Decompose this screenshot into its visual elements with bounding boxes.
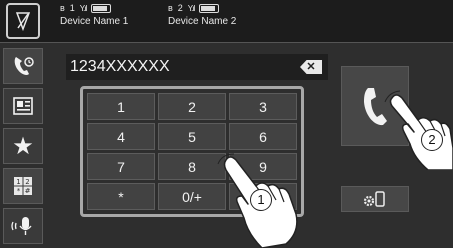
bluetooth-icon: ʙ <box>168 3 173 13</box>
device-2-index: 2 <box>177 3 183 13</box>
back-button[interactable] <box>6 3 40 39</box>
device-1-index: 1 <box>69 3 75 13</box>
phonebook-icon <box>13 97 33 115</box>
bluetooth-icon: ʙ <box>60 3 65 13</box>
phone-settings-icon <box>363 191 385 207</box>
sidebar-item-call-history[interactable] <box>3 48 43 84</box>
status-bar: ʙ 1 Y.ıl Device Name 1 ʙ 2 Y.ıl Device N… <box>0 0 453 43</box>
key-1[interactable]: 1 <box>87 93 155 120</box>
sidebar-item-favorites[interactable]: ★ <box>3 128 43 164</box>
voice-mic-icon <box>11 217 32 235</box>
device-2-status: ʙ 2 Y.ıl Device Name 2 <box>168 2 236 28</box>
dial-number: 1234XXXXXX <box>70 58 170 75</box>
phone-settings-button[interactable] <box>341 186 409 212</box>
hand-pointer-illustration <box>384 90 453 170</box>
svg-text:#: # <box>25 187 31 195</box>
svg-text:2: 2 <box>25 178 29 186</box>
backspace-icon: ✕ <box>306 61 316 73</box>
key-2[interactable]: 2 <box>158 93 226 120</box>
key-3[interactable]: 3 <box>229 93 297 120</box>
sidebar-item-keypad[interactable]: 1 2 * # <box>3 168 43 204</box>
device-2-name: Device Name 2 <box>168 16 237 27</box>
key-star[interactable]: * <box>87 183 155 210</box>
key-4[interactable]: 4 <box>87 123 155 150</box>
svg-text:*: * <box>17 187 21 195</box>
keypad-icon: 1 2 * # <box>14 177 32 195</box>
phone-history-icon <box>14 57 34 75</box>
callout-2: 2 <box>421 129 443 151</box>
dial-number-field[interactable]: 1234XXXXXX ✕ <box>66 54 328 80</box>
key-5[interactable]: 5 <box>158 123 226 150</box>
key-6[interactable]: 6 <box>229 123 297 150</box>
device-1-status: ʙ 1 Y.ıl Device Name 1 <box>60 2 128 28</box>
star-icon: ★ <box>12 132 34 160</box>
signal-icon: Y.ıl <box>187 4 195 13</box>
signal-icon: Y.ıl <box>79 4 87 13</box>
phone-dial-screen: ʙ 1 Y.ıl Device Name 1 ʙ 2 Y.ıl Device N… <box>0 0 453 248</box>
svg-text:1: 1 <box>16 178 20 186</box>
backspace-button[interactable]: ✕ <box>300 60 322 74</box>
phone-back-icon <box>15 12 31 32</box>
sidebar-item-phonebook[interactable] <box>3 88 43 124</box>
key-7[interactable]: 7 <box>87 153 155 180</box>
sidebar: ★ 1 2 * # <box>0 43 46 248</box>
battery-icon <box>91 4 112 13</box>
callout-1: 1 <box>250 189 272 211</box>
device-1-name: Device Name 1 <box>60 16 129 27</box>
battery-icon <box>199 4 220 13</box>
sidebar-item-voice[interactable] <box>3 208 43 244</box>
